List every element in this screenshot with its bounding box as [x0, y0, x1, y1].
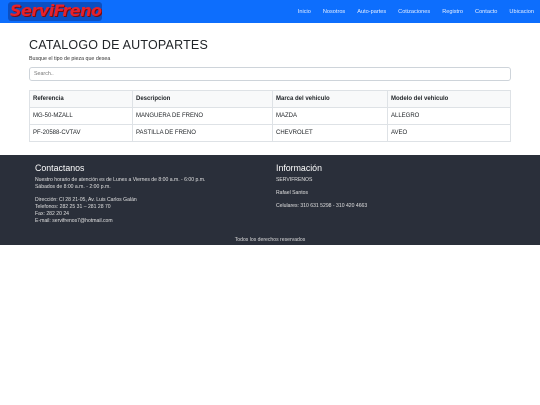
navbar: ServiFrenos Inicio Nosotros Auto-partes … [0, 0, 540, 23]
nav-link-auto-partes[interactable]: Auto-partes [357, 9, 386, 15]
nav-link-ubicacion[interactable]: Ubicacion [509, 9, 534, 15]
table-row: MG-50-MZALL MANGUERA DE FRENO MAZDA ALLE… [29, 107, 511, 125]
footer-phones: Telefonos: 282 25 31 – 281 28 70 [35, 204, 111, 210]
footer-schedule-saturday: Sábados de 8:00 a.m. - 2:00 p.m. [35, 184, 111, 190]
cell-referencia: PF-20588-CVTAV [29, 124, 133, 142]
nav-link-inicio[interactable]: Inicio [298, 9, 311, 15]
table-header-row: Referencia Descripcion Marca del vehicul… [29, 90, 511, 108]
brand-logo-text: ServiFrenos [10, 2, 102, 20]
cell-referencia: MG-50-MZALL [29, 107, 133, 125]
footer-info-title: Información [276, 163, 322, 173]
footer-email[interactable]: E-mail: servifrenos7@hotmail.com [35, 218, 265, 225]
nav-link-cotizaciones[interactable]: Cotizaciones [398, 9, 430, 15]
column-header-referencia: Referencia [29, 90, 133, 108]
nav-link-registro[interactable]: Registro [442, 9, 463, 15]
cell-modelo: ALLEGRO [387, 107, 511, 125]
footer: Contactanos Nuestro horario de atención … [0, 155, 540, 245]
column-header-marca: Marca del vehiculo [272, 90, 388, 108]
footer-person: Rafael Santos [276, 190, 308, 196]
footer-company: SERVIFRENOS [276, 177, 313, 183]
brand-logo[interactable]: ServiFrenos [8, 2, 102, 21]
footer-copyright: Todos los derechos reservados [234, 237, 306, 243]
table-row: PF-20588-CVTAV PASTILLA DE FRENO CHEVROL… [29, 124, 511, 142]
footer-info: Información SERVIFRENOS Rafael Santos Ce… [276, 163, 506, 210]
page-subtitle: Busque el tipo de pieza que desea [29, 56, 111, 62]
cell-descripcion: PASTILLA DE FRENO [132, 124, 273, 142]
footer-address: Dirección: Cl 28 21-05, Av. Luis Carlos … [35, 197, 137, 203]
footer-fax: Fax: 282 20 24 [35, 211, 69, 217]
footer-contact-title: Contactanos [35, 163, 85, 173]
footer-schedule-weekdays: Nuestro horario de atención es de Lunes … [35, 177, 206, 183]
search-input[interactable] [29, 67, 511, 81]
nav-link-contacto[interactable]: Contacto [475, 9, 497, 15]
cell-marca: CHEVROLET [272, 124, 388, 142]
parts-table: Referencia Descripcion Marca del vehicul… [29, 90, 511, 142]
page-title: CATALOGO DE AUTOPARTES [29, 38, 208, 52]
catalog-section: CATALOGO DE AUTOPARTES Busque el tipo de… [29, 38, 511, 142]
column-header-descripcion: Descripcion [132, 90, 273, 108]
footer-contact: Contactanos Nuestro horario de atención … [35, 163, 265, 225]
cell-marca: MAZDA [272, 107, 388, 125]
footer-cellphones: Celulares: 310 631 5298 - 310 420 4663 [276, 203, 368, 209]
cell-modelo: AVEO [387, 124, 511, 142]
nav-link-nosotros[interactable]: Nosotros [323, 9, 345, 15]
cell-descripcion: MANGUERA DE FRENO [132, 107, 273, 125]
nav-menu: Inicio Nosotros Auto-partes Cotizaciones… [286, 0, 534, 23]
column-header-modelo: Modelo del vehiculo [387, 90, 511, 108]
